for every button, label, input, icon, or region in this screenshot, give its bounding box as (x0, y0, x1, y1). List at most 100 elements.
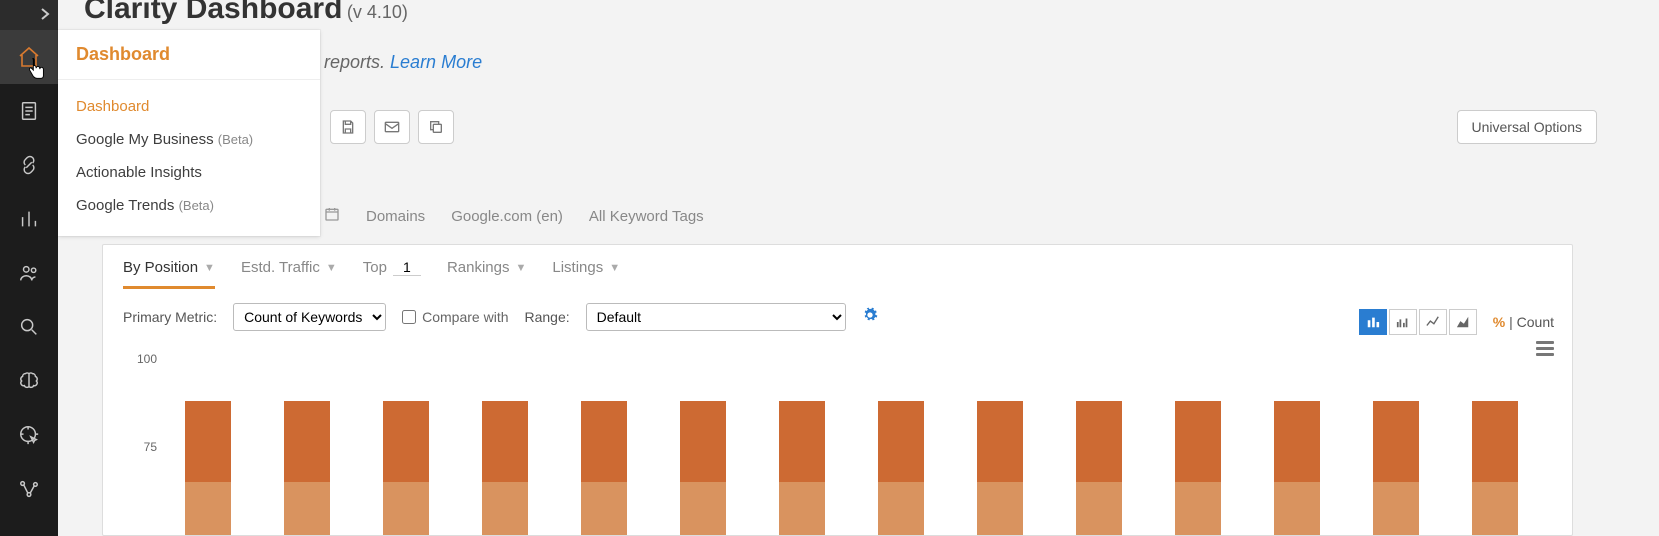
flyout-item-insights[interactable]: Actionable Insights (58, 156, 320, 189)
save-icon (340, 119, 356, 135)
chart-type-grouped-bar[interactable] (1389, 309, 1417, 335)
toolbar-row (330, 110, 454, 144)
flyout-item-trends[interactable]: Google Trends (Beta) (58, 189, 320, 222)
bar-segment (878, 401, 924, 482)
left-sidebar (0, 0, 58, 536)
tab-by-position[interactable]: By Position ▼ (123, 259, 215, 289)
bar[interactable] (1274, 359, 1320, 535)
range-select[interactable]: Default (586, 303, 846, 331)
sidebar-expand-toggle[interactable] (0, 0, 58, 30)
copy-icon (428, 119, 444, 135)
chart-type-line[interactable] (1419, 309, 1447, 335)
sidebar-item-document[interactable] (0, 84, 58, 138)
tab-estd-traffic[interactable]: Estd. Traffic ▼ (241, 259, 337, 286)
tab-top[interactable]: Top (363, 259, 421, 286)
y-tick: 75 (144, 440, 157, 454)
y-tick: 100 (137, 352, 157, 366)
flyout-item-gmb[interactable]: Google My Business (Beta) (58, 123, 320, 156)
bar[interactable] (581, 359, 627, 535)
bar[interactable] (284, 359, 330, 535)
chart-controls-row: Primary Metric: Count of Keywords Compar… (103, 289, 1572, 331)
link-icon (18, 154, 40, 176)
bar-segment (680, 401, 726, 482)
bar[interactable] (779, 359, 825, 535)
bar-segment (680, 482, 726, 535)
bar-segment (1373, 401, 1419, 482)
document-icon (18, 100, 40, 122)
flyout-menu: Dashboard Google My Business (Beta) Acti… (58, 80, 320, 236)
learn-more-link[interactable]: Learn More (390, 52, 482, 72)
sidebar-item-brain[interactable] (0, 354, 58, 408)
bar-segment (1175, 401, 1221, 482)
sidebar-item-link[interactable] (0, 138, 58, 192)
sidebar-item-charts[interactable] (0, 192, 58, 246)
chart-type-stacked-bar[interactable] (1359, 309, 1387, 335)
percent-count-toggle[interactable]: % | Count (1493, 314, 1554, 330)
tab-rankings[interactable]: Rankings ▼ (447, 259, 526, 286)
search-icon (18, 316, 40, 338)
copy-button[interactable] (418, 110, 454, 144)
chart-right-controls: % | Count (1359, 309, 1554, 335)
universal-options-button[interactable]: Universal Options (1457, 110, 1598, 144)
filter-crumb-row: Domains Google.com (en) All Keyword Tags (324, 206, 704, 226)
brain-icon (17, 370, 41, 392)
bar[interactable] (185, 359, 231, 535)
flyout-item-dashboard[interactable]: Dashboard (58, 90, 320, 123)
bar-segment (581, 401, 627, 482)
bar[interactable] (1472, 359, 1518, 535)
email-button[interactable] (374, 110, 410, 144)
crumb-engine[interactable]: Google.com (en) (451, 208, 563, 225)
chevron-down-icon: ▼ (204, 262, 215, 274)
bar[interactable] (680, 359, 726, 535)
bar-segment (878, 482, 924, 535)
crumb-tags[interactable]: All Keyword Tags (589, 208, 704, 225)
bar[interactable] (878, 359, 924, 535)
chart-panel: By Position ▼ Estd. Traffic ▼ Top Rankin… (102, 244, 1573, 536)
tab-listings[interactable]: Listings ▼ (552, 259, 620, 286)
bar[interactable] (1175, 359, 1221, 535)
bar[interactable] (383, 359, 429, 535)
bar-segment (1472, 482, 1518, 535)
primary-metric-select[interactable]: Count of Keywords (233, 303, 386, 331)
primary-metric-label: Primary Metric: (123, 309, 217, 325)
chart-menu-button[interactable] (1536, 341, 1554, 356)
y-axis: 100 75 (119, 359, 163, 535)
bar-segment (977, 482, 1023, 535)
network-icon (18, 478, 40, 500)
home-icon (17, 45, 41, 69)
chart-type-area[interactable] (1449, 309, 1477, 335)
bar-chart-icon (18, 208, 40, 230)
page-subtitle: reports. Learn More (324, 52, 482, 73)
bar-segment (779, 401, 825, 482)
bar-segment (779, 482, 825, 535)
page-title-row: Clarity Dashboard (v 4.10) (84, 0, 1564, 26)
bars-container (167, 359, 1536, 535)
bar-segment (1274, 401, 1320, 482)
bar[interactable] (1373, 359, 1419, 535)
sidebar-item-target[interactable] (0, 408, 58, 462)
bar-segment (185, 482, 231, 535)
crumb-domains[interactable]: Domains (366, 208, 425, 225)
sidebar-item-home[interactable] (0, 30, 58, 84)
calendar-icon[interactable] (324, 206, 340, 226)
target-click-icon (18, 424, 40, 446)
sidebar-item-search[interactable] (0, 300, 58, 354)
bar-segment (383, 482, 429, 535)
range-label: Range: (525, 309, 570, 325)
chevron-down-icon: ▼ (609, 262, 620, 274)
sidebar-item-users[interactable] (0, 246, 58, 300)
bar[interactable] (482, 359, 528, 535)
bar-segment (284, 482, 330, 535)
bar-segment (1274, 482, 1320, 535)
bar-segment (1472, 401, 1518, 482)
page-title: Clarity Dashboard (84, 0, 342, 25)
compare-with-checkbox[interactable]: Compare with (402, 309, 508, 325)
save-button[interactable] (330, 110, 366, 144)
bar[interactable] (1076, 359, 1122, 535)
bar-segment (383, 401, 429, 482)
sidebar-item-network[interactable] (0, 462, 58, 516)
bar[interactable] (977, 359, 1023, 535)
gear-icon[interactable] (862, 307, 878, 328)
top-value-input[interactable] (393, 259, 421, 276)
bar-segment (185, 401, 231, 482)
